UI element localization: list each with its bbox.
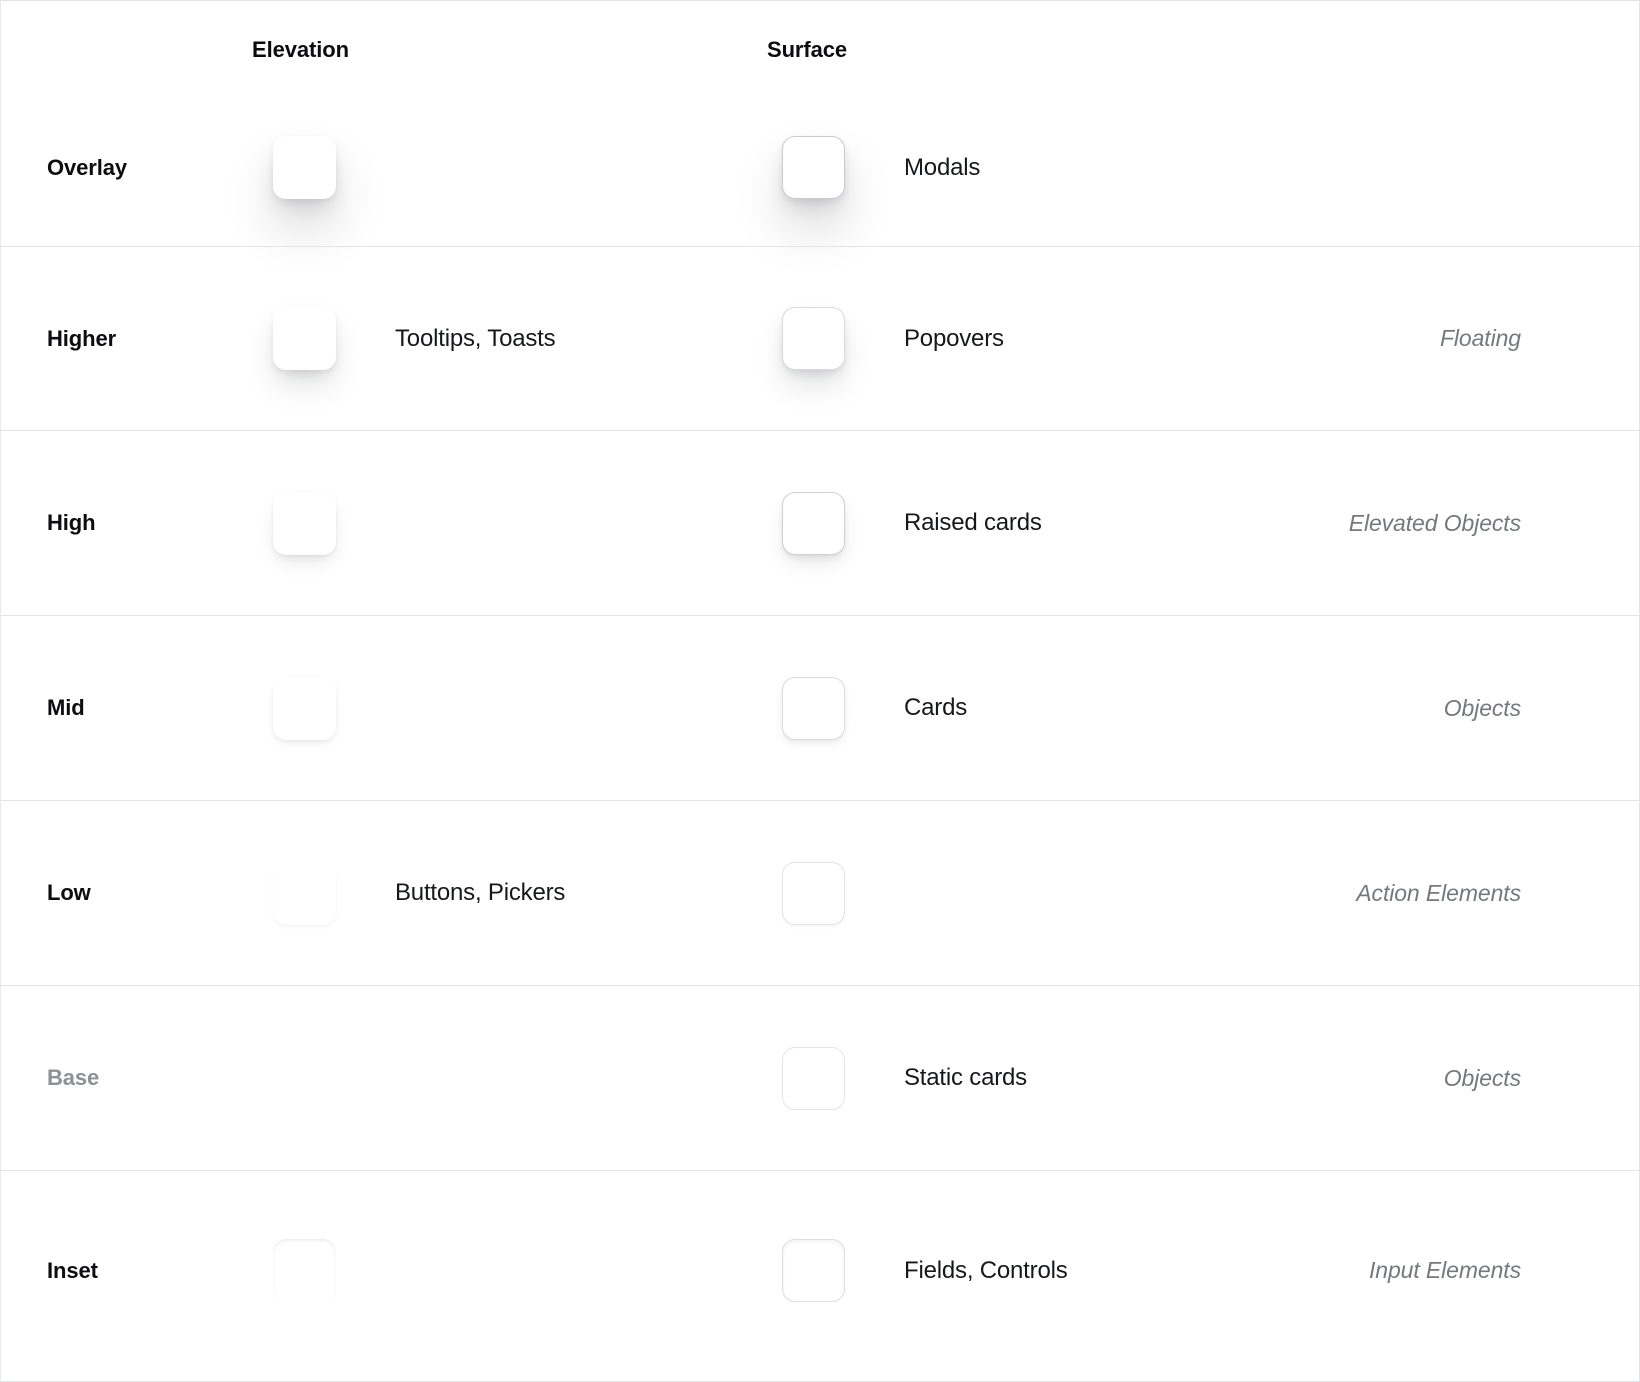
elevation-cell	[273, 861, 336, 925]
elevation-swatch	[273, 136, 336, 199]
elevation-cell	[273, 307, 336, 370]
row-level-label: High	[47, 510, 96, 535]
row-category-label: Action Elements	[1356, 879, 1521, 906]
elevation-swatch	[273, 676, 336, 740]
row-level-label: Base	[47, 1065, 100, 1090]
surface-swatch	[782, 307, 845, 370]
row-level-label: Overlay	[47, 154, 128, 180]
elevation-swatch	[273, 861, 336, 925]
elevation-cell	[273, 1239, 336, 1302]
elevation-swatch	[273, 307, 336, 370]
table-row: Higher Tooltips, Toasts Popovers Floating	[1, 246, 1639, 430]
surface-swatch	[782, 1046, 845, 1110]
surface-usage-label: Raised cards	[904, 509, 1042, 536]
surface-swatch	[782, 136, 845, 199]
elevation-cell	[273, 1047, 336, 1110]
table-header-row: Elevation Surface	[1, 1, 1639, 89]
table-row: Mid Cards Objects	[1, 615, 1639, 800]
table-row: Low Buttons, Pickers Action Elements	[1, 800, 1639, 985]
table-body: Overlay Modals Higher Tooltips, Toasts Popov…	[1, 89, 1639, 1370]
surface-cell	[782, 1046, 845, 1110]
row-category-label: Floating	[1439, 325, 1521, 351]
column-header-elevation: Elevation	[252, 37, 349, 62]
row-category-label: Elevated Objects	[1348, 509, 1521, 536]
elevation-swatch	[273, 491, 336, 555]
elevation-swatch	[273, 1239, 336, 1302]
row-level-label: Low	[47, 880, 91, 905]
surface-cell	[782, 1239, 845, 1302]
surface-cell	[782, 861, 845, 925]
surface-usage-label: Static cards	[904, 1064, 1027, 1091]
table-row: High Raised cards Elevated Objects	[1, 430, 1639, 615]
column-header-surface: Surface	[767, 37, 848, 62]
surface-usage-label: Popovers	[904, 324, 1004, 352]
table-row: Base Static cards Objects	[1, 985, 1639, 1170]
surface-swatch	[782, 676, 845, 740]
row-category-label: Input Elements	[1368, 1257, 1521, 1283]
elevation-cell	[273, 491, 336, 555]
surface-usage-label: Modals	[904, 153, 981, 181]
elevation-cell	[273, 676, 336, 740]
elevation-surface-spec-table: Elevation Surface Overlay Modals Higher Too…	[0, 0, 1640, 1382]
surface-swatch	[782, 1239, 845, 1302]
table-row: Overlay Modals	[1, 89, 1639, 246]
surface-swatch	[782, 491, 845, 555]
surface-usage-label: Cards	[904, 694, 968, 721]
surface-usage-label: Fields, Controls	[904, 1256, 1068, 1284]
elevation-usage-label: Tooltips, Toasts	[395, 324, 556, 352]
row-level-label: Inset	[47, 1257, 98, 1283]
surface-cell	[782, 307, 845, 370]
surface-cell	[782, 136, 845, 199]
row-category-label: Objects	[1443, 694, 1521, 721]
row-level-label: Higher	[47, 325, 117, 351]
surface-swatch	[782, 861, 845, 925]
elevation-usage-label: Buttons, Pickers	[395, 879, 566, 906]
row-category-label: Objects	[1443, 1064, 1521, 1091]
elevation-cell	[273, 136, 336, 199]
surface-cell	[782, 491, 845, 555]
row-level-label: Mid	[47, 695, 85, 720]
surface-cell	[782, 676, 845, 740]
table-row: Inset Fields, Controls Input Elements	[1, 1170, 1639, 1370]
